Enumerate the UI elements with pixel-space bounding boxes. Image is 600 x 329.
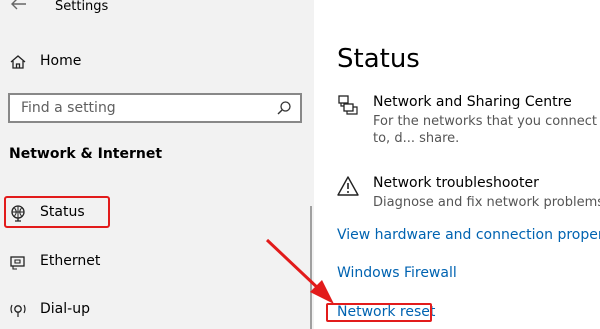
section-heading: Network & Internet	[9, 146, 163, 162]
search-input[interactable]: Find a setting	[8, 93, 302, 123]
search-icon	[277, 101, 291, 115]
ethernet-icon	[10, 256, 25, 270]
sidebar-item-ethernet[interactable]: Ethernet	[0, 244, 310, 280]
network-sharing-icon	[338, 95, 358, 115]
sidebar-item-label: Ethernet	[40, 253, 101, 269]
page-title: Status	[337, 44, 420, 74]
troubleshooter-description: Diagnose and fix network problems.	[373, 195, 600, 210]
sidebar-item-home[interactable]: Home	[0, 44, 310, 80]
window-title: Settings	[55, 0, 109, 14]
sidebar-item-label: Dial-up	[40, 301, 90, 317]
network-reset-highlight-box	[326, 303, 432, 322]
troubleshooter-title: Network troubleshooter	[373, 175, 539, 191]
dialup-icon	[10, 304, 26, 317]
sidebar-item-dialup[interactable]: Dial-up	[0, 292, 310, 328]
windows-firewall-link[interactable]: Windows Firewall	[337, 265, 457, 281]
main-panel: Status Network and Sharing Centre For th…	[314, 0, 600, 329]
back-arrow-icon[interactable]	[6, 0, 30, 14]
home-icon	[10, 55, 26, 69]
search-placeholder: Find a setting	[21, 100, 116, 116]
sidebar-item-label: Home	[40, 53, 82, 69]
sidebar: Settings Home Find a setting Network & I…	[0, 0, 314, 329]
sharing-centre-description: For the networks that you connect to, d.…	[373, 114, 597, 146]
sharing-centre-title: Network and Sharing Centre	[373, 94, 572, 110]
view-hardware-link[interactable]: View hardware and connection properties	[337, 227, 600, 243]
warning-icon	[337, 176, 359, 196]
status-highlight-box	[4, 196, 110, 228]
sidebar-scrollbar[interactable]	[310, 206, 312, 329]
